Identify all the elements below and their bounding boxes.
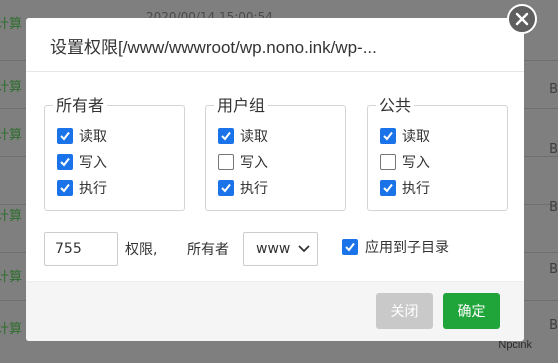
bg-size-unit: B	[549, 142, 558, 157]
bg-size-unit: B	[549, 262, 558, 277]
chevron-down-icon	[298, 245, 310, 253]
checkbox-checked-icon[interactable]	[380, 180, 396, 196]
bg-size-unit: B	[549, 82, 558, 97]
checkbox-checked-icon[interactable]	[218, 180, 234, 196]
permission-mode-input[interactable]: 755	[44, 232, 118, 266]
group-legend: 公共	[376, 92, 415, 116]
owner-read-checkbox[interactable]: 读取	[57, 127, 107, 145]
checkbox-checked-icon[interactable]	[57, 180, 73, 196]
owner-execute-checkbox[interactable]: 执行	[57, 179, 107, 197]
bg-calc-link: 计算	[0, 128, 23, 143]
owner-select[interactable]: www	[243, 232, 318, 266]
checkbox-checked-icon[interactable]	[380, 128, 396, 144]
bg-calc-link: 计算	[0, 17, 23, 32]
bg-size-unit: B	[549, 200, 558, 215]
public-permission-group: 公共 读取 写入 执行	[367, 92, 508, 211]
group-read-checkbox[interactable]: 读取	[218, 127, 268, 145]
permission-label: 权限,	[125, 242, 158, 258]
perm-label: 写入	[240, 155, 268, 171]
bg-calc-link: 计算	[0, 80, 23, 95]
public-execute-checkbox[interactable]: 执行	[380, 179, 430, 197]
owner-select-value: www	[256, 241, 291, 257]
perm-label: 执行	[240, 181, 268, 197]
perm-label: 写入	[402, 155, 430, 171]
checkbox-unchecked-icon[interactable]	[380, 154, 396, 170]
dialog-footer: 关闭 确定	[26, 281, 524, 341]
group-legend: 用户组	[214, 92, 269, 116]
public-write-checkbox[interactable]: 写入	[380, 153, 430, 171]
bg-size-unit: B	[549, 318, 558, 333]
checkbox-checked-icon[interactable]	[57, 128, 73, 144]
owner-permission-group: 所有者 读取 写入 执行	[44, 92, 185, 211]
dialog-title: 设置权限[/www/wwwroot/wp.nono.ink/wp-...	[50, 38, 377, 57]
usergroup-permission-group: 用户组 读取 写入 执行	[205, 92, 346, 211]
close-button[interactable]: 关闭	[376, 293, 433, 329]
bg-calc-link: 计算	[0, 209, 23, 224]
close-icon[interactable]	[507, 4, 537, 34]
owner-write-checkbox[interactable]: 写入	[57, 153, 107, 171]
perm-label: 执行	[79, 181, 107, 197]
owner-label: 所有者	[187, 242, 229, 258]
checkbox-checked-icon[interactable]	[57, 154, 73, 170]
perm-label: 读取	[402, 129, 430, 145]
perm-label: 执行	[402, 181, 430, 197]
permission-dialog: 设置权限[/www/wwwroot/wp.nono.ink/wp-... 所有者…	[26, 18, 524, 341]
apply-subdir-label: 应用到子目录	[365, 240, 449, 256]
perm-label: 读取	[79, 129, 107, 145]
group-execute-checkbox[interactable]: 执行	[218, 179, 268, 197]
public-read-checkbox[interactable]: 读取	[380, 127, 430, 145]
bg-calc-link: 计算	[0, 270, 23, 285]
perm-label: 写入	[79, 155, 107, 171]
checkbox-checked-icon[interactable]	[218, 128, 234, 144]
apply-subdir-checkbox[interactable]: 应用到子目录	[342, 237, 449, 257]
group-legend: 所有者	[53, 92, 108, 116]
checkbox-unchecked-icon[interactable]	[218, 154, 234, 170]
bg-calc-link: 计算	[0, 322, 23, 337]
confirm-button[interactable]: 确定	[443, 293, 500, 329]
perm-label: 读取	[240, 129, 268, 145]
group-write-checkbox[interactable]: 写入	[218, 153, 268, 171]
checkbox-checked-icon[interactable]	[342, 239, 358, 255]
dialog-header: 设置权限[/www/wwwroot/wp.nono.ink/wp-...	[26, 18, 524, 72]
